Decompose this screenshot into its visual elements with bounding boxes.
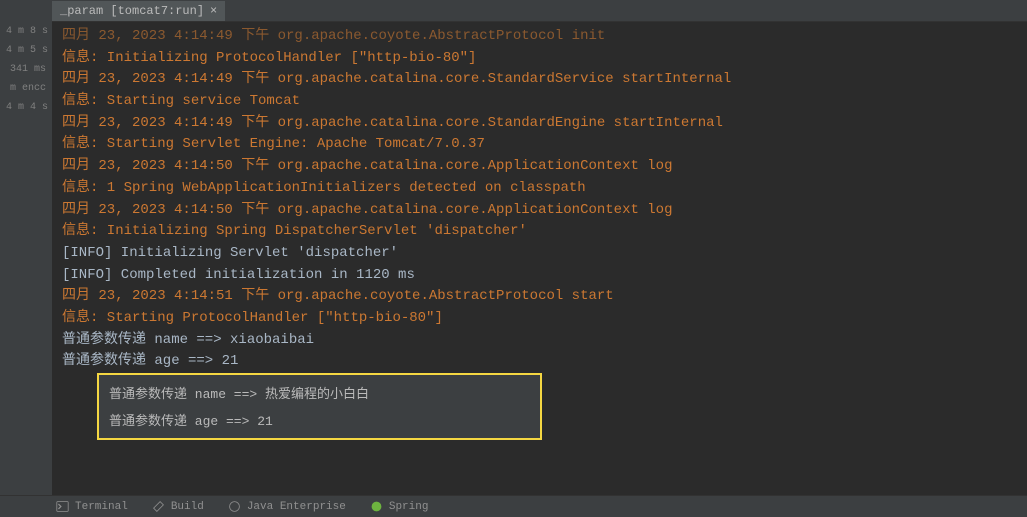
spring-tool[interactable]: Spring xyxy=(370,500,429,513)
log-line: 四月 23, 2023 4:14:50 下午 org.apache.catali… xyxy=(62,200,1017,222)
highlighted-line: 普通参数传递 name ==> 热爱编程的小白白 xyxy=(109,381,530,408)
log-line: [INFO] Completed initialization in 1120 … xyxy=(62,265,1017,287)
log-line: 信息: Initializing Spring DispatcherServle… xyxy=(62,221,1017,243)
sidebar-time: 4 m 4 s xyxy=(0,98,52,117)
log-line: 信息: Starting service Tomcat xyxy=(62,91,1017,113)
log-line: 普通参数传递 age ==> 21 xyxy=(62,351,1017,373)
terminal-label: Terminal xyxy=(75,501,128,513)
spring-icon xyxy=(370,500,383,513)
sidebar-time: 4 m 8 s xyxy=(0,22,52,41)
log-line: 四月 23, 2023 4:14:49 下午 org.apache.catali… xyxy=(62,69,1017,91)
build-label: Build xyxy=(171,501,204,513)
log-line: 信息: 1 Spring WebApplicationInitializers … xyxy=(62,178,1017,200)
log-line: [INFO] Initializing Servlet 'dispatcher' xyxy=(62,243,1017,265)
tab-bar: _param [tomcat7:run] × xyxy=(52,0,1027,22)
build-tool[interactable]: Build xyxy=(152,500,204,513)
sidebar-time: 4 m 5 s xyxy=(0,41,52,60)
build-icon xyxy=(152,500,165,513)
log-line: 普通参数传递 name ==> xiaobaibai xyxy=(62,330,1017,352)
spring-label: Spring xyxy=(389,501,429,513)
highlighted-line: 普通参数传递 age ==> 21 xyxy=(109,408,530,435)
log-line: 四月 23, 2023 4:14:49 下午 org.apache.catali… xyxy=(62,113,1017,135)
sidebar-time: 341 ms xyxy=(0,60,52,79)
sidebar: 4 m 8 s 4 m 5 s 341 ms m encc 4 m 4 s xyxy=(0,0,52,517)
log-line: 信息: Starting Servlet Engine: Apache Tomc… xyxy=(62,134,1017,156)
java-icon xyxy=(228,500,241,513)
highlighted-output: 普通参数传递 name ==> 热爱编程的小白白 普通参数传递 age ==> … xyxy=(97,373,542,440)
log-line: 四月 23, 2023 4:14:51 下午 org.apache.coyote… xyxy=(62,286,1017,308)
run-tab[interactable]: _param [tomcat7:run] × xyxy=(52,1,225,21)
console-output[interactable]: 四月 23, 2023 4:14:49 下午 org.apache.coyote… xyxy=(52,22,1027,517)
terminal-icon xyxy=(56,500,69,513)
close-icon[interactable]: × xyxy=(210,4,217,18)
main-panel: _param [tomcat7:run] × 四月 23, 2023 4:14:… xyxy=(52,0,1027,517)
log-line: 四月 23, 2023 4:14:50 下午 org.apache.catali… xyxy=(62,156,1017,178)
bottom-toolbar: Terminal Build Java Enterprise Spring xyxy=(0,495,1027,517)
log-line: 四月 23, 2023 4:14:49 下午 org.apache.coyote… xyxy=(62,26,1017,48)
java-ee-tool[interactable]: Java Enterprise xyxy=(228,500,346,513)
sidebar-time: m encc xyxy=(0,79,52,98)
terminal-tool[interactable]: Terminal xyxy=(56,500,128,513)
tab-label: _param [tomcat7:run] xyxy=(60,4,204,18)
log-line: 信息: Starting ProtocolHandler ["http-bio-… xyxy=(62,308,1017,330)
java-ee-label: Java Enterprise xyxy=(247,501,346,513)
log-line: 信息: Initializing ProtocolHandler ["http-… xyxy=(62,48,1017,70)
